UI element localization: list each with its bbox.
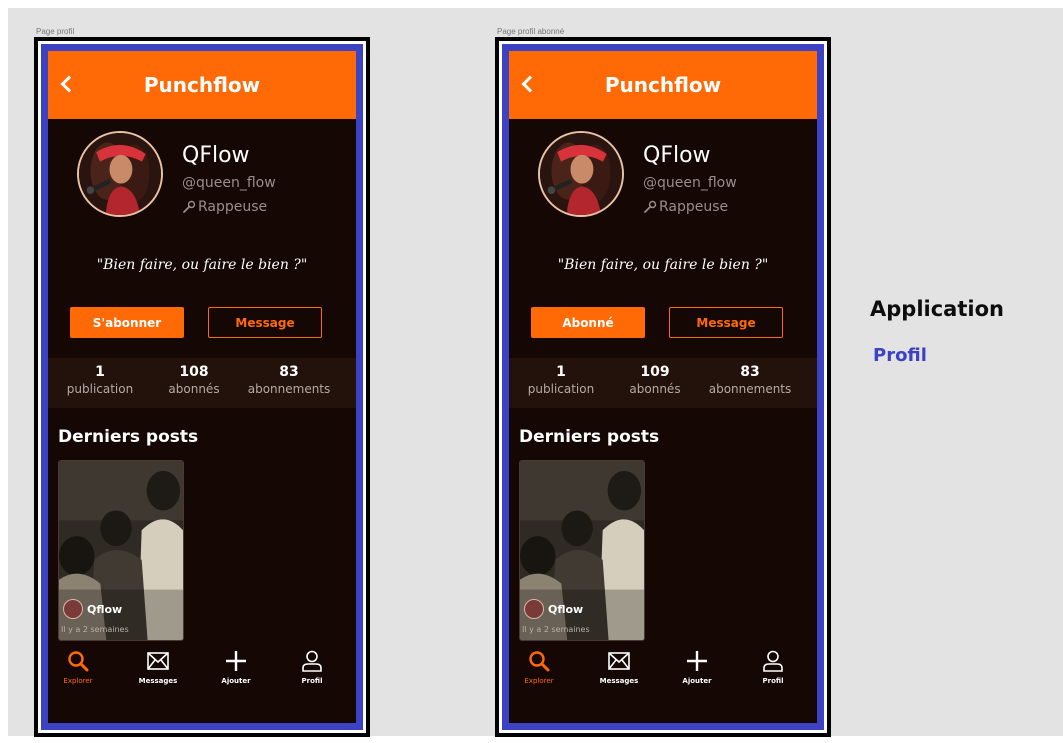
stat-label: publication [66,382,134,396]
stats-bar: 1 publication 108 abonnés 83 abonnements [48,358,356,408]
tab-messages[interactable]: Messages [128,649,188,685]
tab-profil[interactable]: Profil [743,649,803,685]
section-title: Derniers posts [519,427,660,447]
tab-label: Explorer [63,677,93,685]
post-timestamp: Il y a 2 semaines [522,625,590,634]
avatar-image [79,133,161,215]
tab-label: Explorer [524,677,554,685]
search-icon [48,649,108,673]
profile-quote: "Bien faire, ou faire le bien ?" [557,257,769,273]
message-button[interactable]: Message [208,307,322,338]
app-header: Punchflow [48,51,356,119]
tab-ajouter[interactable]: Ajouter [667,649,727,685]
follow-button[interactable]: Abonné [531,307,645,338]
frame-label: Page profil [36,27,75,36]
tab-explorer[interactable]: Explorer [48,649,108,685]
microphone-icon [644,200,657,213]
stat-value: 83 [740,364,760,380]
stat-value: 1 [556,364,566,380]
microphone-icon [183,200,196,213]
side-title: Application [870,297,1004,321]
post-card[interactable]: Qflow Il y a 2 semaines [58,460,184,641]
stat-abonnements[interactable]: 83 abonnements [236,364,342,396]
stat-abonnés[interactable]: 109 abonnés [619,364,691,396]
app-header: Punchflow [509,51,817,119]
user-icon [282,649,342,673]
profile-role-label: Rappeuse [659,199,729,215]
chevron-left-icon [60,75,78,93]
stat-publication[interactable]: 1 publication [519,364,603,396]
post-timestamp: Il y a 2 semaines [61,625,129,634]
plus-icon [206,649,266,673]
frame-label: Page profil abonné [497,27,565,36]
envelope-icon [128,649,188,673]
tab-profil[interactable]: Profil [282,649,342,685]
profile-role: Rappeuse [182,199,267,215]
stat-label: abonnés [168,382,220,396]
profile-role: Rappeuse [643,199,728,215]
tab-explorer[interactable]: Explorer [509,649,569,685]
stat-abonnements[interactable]: 83 abonnements [697,364,803,396]
app-title: Punchflow [143,73,261,97]
tab-label: Ajouter [682,677,712,685]
post-author-avatar [63,599,83,619]
tab-bar: Explorer Messages Ajouter Profil [48,649,356,701]
app-title: Punchflow [604,73,722,97]
stat-publication[interactable]: 1 publication [58,364,142,396]
profile-role-label: Rappeuse [198,199,268,215]
follow-button[interactable]: S'abonner [70,307,184,338]
post-author[interactable]: Qflow [524,599,583,619]
profile-quote: "Bien faire, ou faire le bien ?" [96,257,308,273]
profile-handle: @queen_flow [182,175,276,191]
post-author-name: Qflow [87,602,123,616]
post-card[interactable]: Qflow Il y a 2 semaines [519,460,645,641]
stat-label: abonnements [247,382,331,396]
stat-label: publication [527,382,595,396]
stat-value: 109 [640,364,670,380]
profile-handle: @queen_flow [643,175,737,191]
tab-messages[interactable]: Messages [589,649,649,685]
tab-label: Profil [762,677,784,685]
avatar[interactable] [77,131,163,217]
tab-label: Ajouter [221,677,251,685]
post-author-name: Qflow [548,602,584,616]
avatar-image [540,133,622,215]
stat-value: 108 [179,364,209,380]
back-button[interactable] [519,73,539,97]
tab-bar: Explorer Messages Ajouter Profil [509,649,817,701]
stat-abonnés[interactable]: 108 abonnés [158,364,230,396]
message-button[interactable]: Message [669,307,783,338]
phone-screen: Punchflow QFlow @queen_flow Rappeuse "Bi… [41,44,363,730]
search-icon [509,649,569,673]
phone-frame-1: Punchflow QFlow @queen_flow Rappeuse "Bi… [34,37,370,737]
tab-label: Messages [138,677,178,685]
phone-screen: Punchflow QFlow @queen_flow Rappeuse "Bi… [502,44,824,730]
profile-name: QFlow [182,143,250,168]
section-title: Derniers posts [58,427,199,447]
back-button[interactable] [58,73,78,97]
stat-value: 1 [95,364,105,380]
tab-label: Profil [301,677,323,685]
stats-bar: 1 publication 109 abonnés 83 abonnements [509,358,817,408]
post-author[interactable]: Qflow [63,599,122,619]
plus-icon [667,649,727,673]
stat-label: abonnements [708,382,792,396]
stat-label: abonnés [629,382,681,396]
phone-frame-2: Punchflow QFlow @queen_flow Rappeuse "Bi… [495,37,831,737]
avatar[interactable] [538,131,624,217]
post-author-avatar [524,599,544,619]
tab-ajouter[interactable]: Ajouter [206,649,266,685]
side-subtitle: Profil [873,345,927,366]
chevron-left-icon [521,75,539,93]
tab-label: Messages [599,677,639,685]
user-icon [743,649,803,673]
profile-name: QFlow [643,143,711,168]
stat-value: 83 [279,364,299,380]
envelope-icon [589,649,649,673]
